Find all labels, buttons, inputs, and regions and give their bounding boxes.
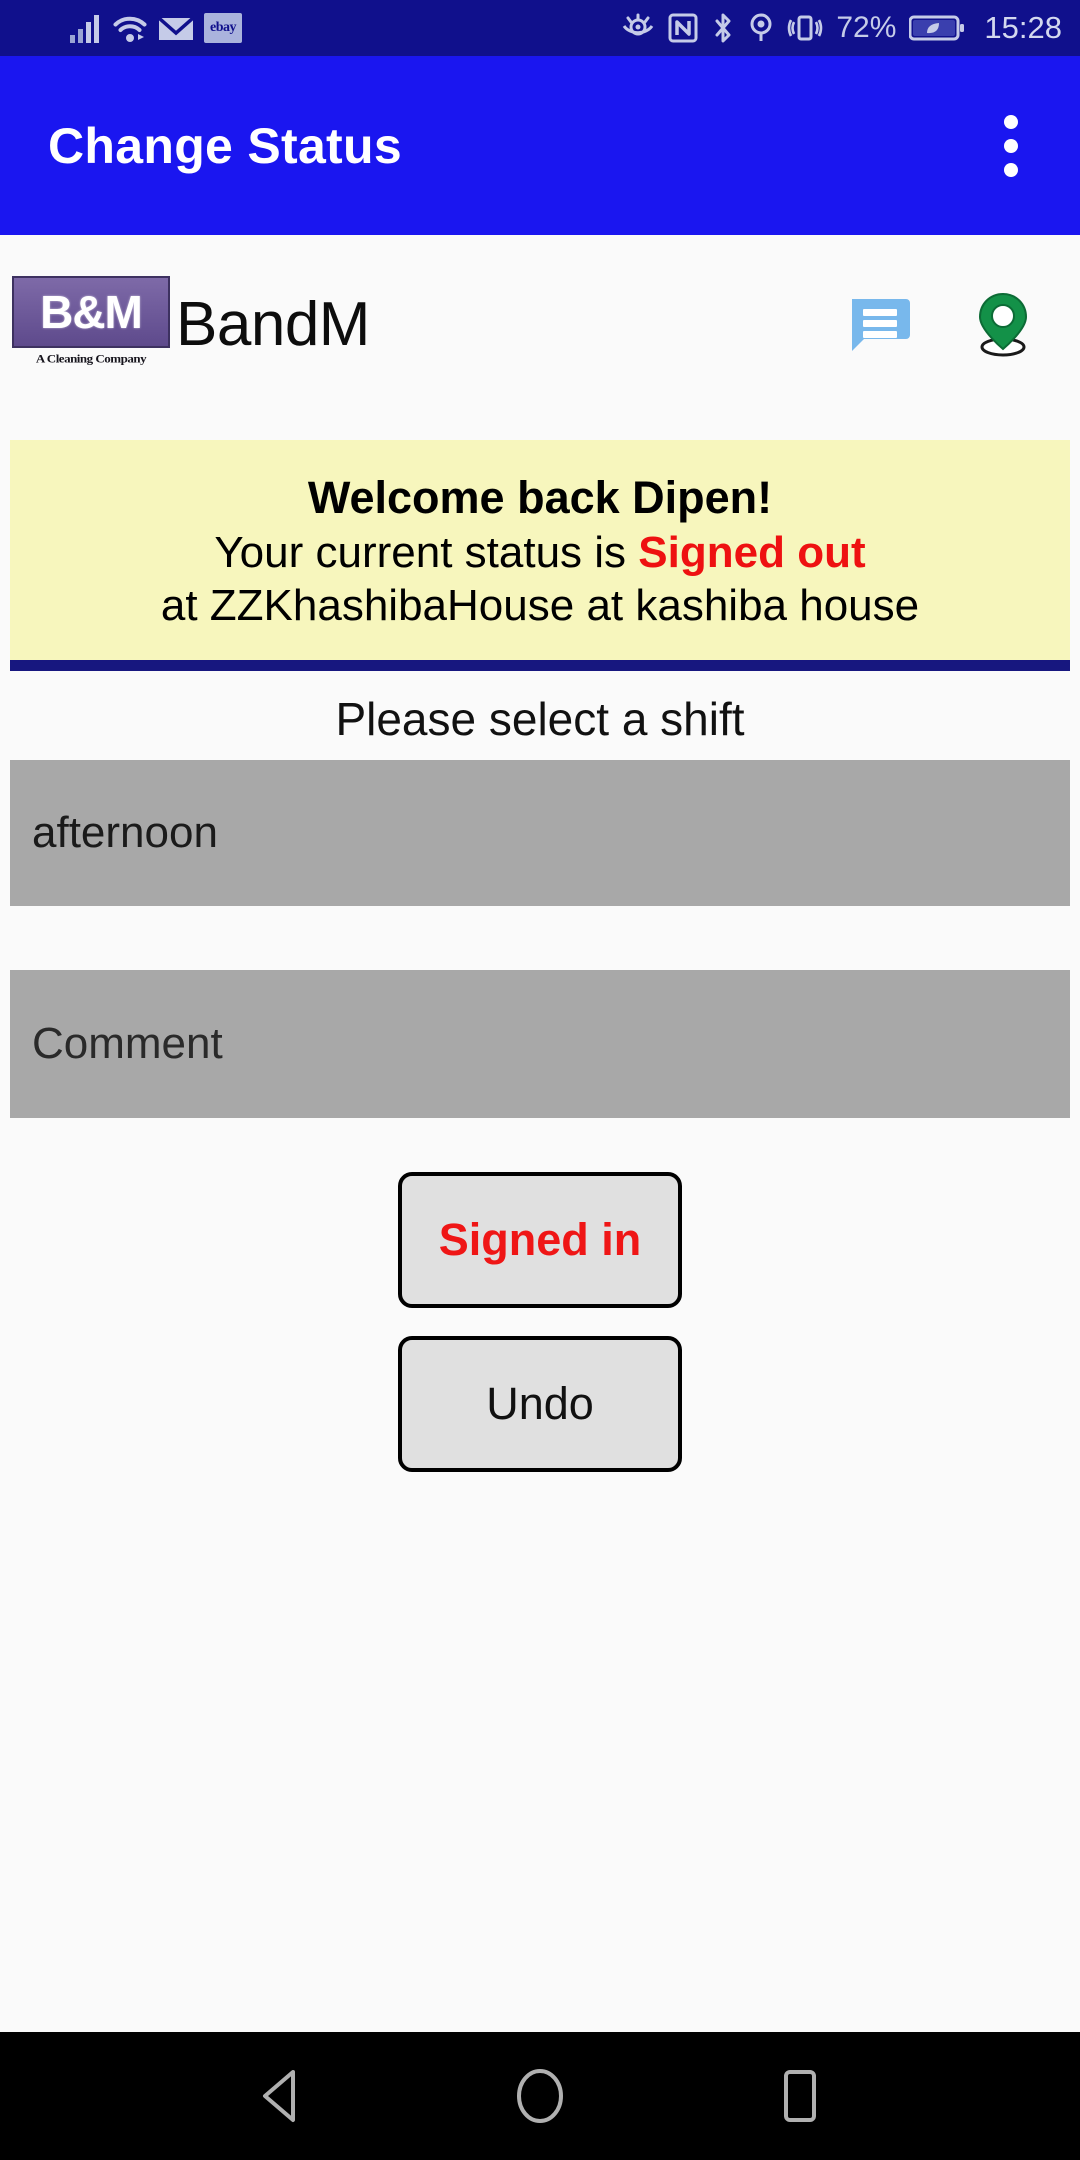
bluetooth-icon [715, 13, 731, 43]
welcome-banner: Welcome back Dipen! Your current status … [10, 440, 1070, 660]
brand-header-actions [846, 291, 1036, 357]
back-triangle-icon[interactable] [225, 2041, 335, 2151]
email-icon [158, 16, 194, 40]
wifi-icon [113, 16, 147, 42]
current-location-line: at ZZKhashibaHouse at kashiba house [160, 581, 920, 631]
home-circle-icon[interactable] [485, 2041, 595, 2151]
message-icon[interactable] [846, 291, 912, 357]
welcome-greeting: Welcome back Dipen! [307, 471, 773, 523]
brand-logo-box: B&M [12, 276, 170, 348]
comment-placeholder: Comment [32, 1019, 223, 1068]
brand-logo-text: B&M [40, 286, 143, 338]
banner-divider [10, 660, 1070, 671]
comment-input[interactable]: Comment [10, 970, 1070, 1118]
current-status-prefix: Your current status is [214, 527, 639, 577]
status-badge: Signed out [638, 527, 866, 577]
overflow-menu-icon[interactable] [984, 106, 1038, 186]
shift-select[interactable]: afternoon [10, 760, 1070, 906]
eye-comfort-icon [623, 13, 654, 36]
shift-select-value: afternoon [32, 808, 218, 857]
status-bar-left-icons: ebay [70, 13, 242, 43]
clock-label: 15:28 [984, 10, 1062, 45]
brand-header: B&M A Cleaning Company BandM [0, 235, 1080, 413]
undo-button-label: Undo [486, 1378, 594, 1429]
battery-saver-icon [909, 15, 965, 41]
phone-screen: ebay 72% 15:28 Change Status B&M A Clean… [0, 0, 1080, 2160]
shift-select-label: Please select a shift [335, 693, 745, 745]
nfc-icon [668, 13, 698, 43]
recents-square-icon[interactable] [745, 2041, 855, 2151]
location-pin-icon[interactable] [970, 291, 1036, 357]
signed-in-button-label: Signed in [438, 1214, 642, 1265]
battery-percent-label: 72% [836, 11, 897, 44]
signed-in-button[interactable]: Signed in [398, 1172, 682, 1308]
undo-button[interactable]: Undo [398, 1336, 682, 1472]
vibrate-icon [788, 15, 823, 41]
app-bar: Change Status [0, 56, 1080, 235]
status-bar-right-icons: 72% 15:28 [621, 10, 1062, 46]
current-status-line: Your current status is Signed out [214, 526, 865, 580]
status-bar: ebay 72% 15:28 [0, 0, 1080, 56]
ebay-icon: ebay [204, 13, 242, 43]
signal-icon [70, 15, 99, 43]
location-icon [750, 13, 772, 41]
brand-logo-subtext: A Cleaning Company [35, 351, 147, 366]
page-title: Change Status [48, 117, 402, 174]
brand-name-label: BandM [176, 289, 370, 359]
android-navigation-bar [0, 2032, 1080, 2160]
brand-logo: B&M A Cleaning Company [12, 276, 170, 372]
